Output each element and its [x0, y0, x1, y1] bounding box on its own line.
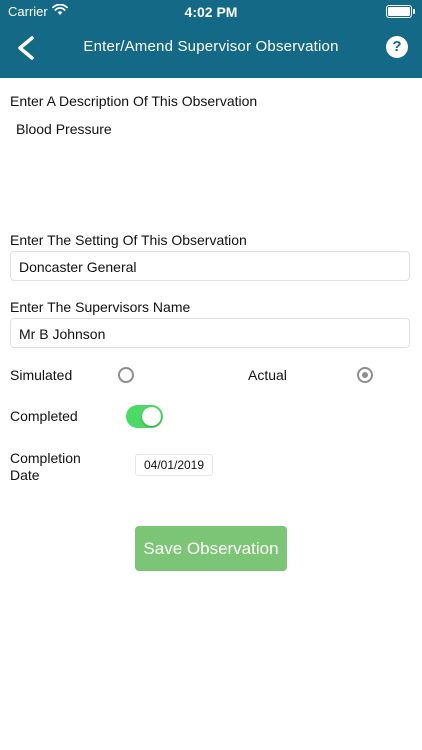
simulated-label: Simulated — [10, 367, 73, 383]
completion-date-label-line2: Date — [10, 467, 40, 483]
status-time: 4:02 PM — [184, 4, 238, 20]
supervisor-field[interactable]: Mr B Johnson — [10, 318, 410, 348]
completion-date-label-line1: Completion — [10, 450, 81, 466]
toggle-knob — [142, 407, 161, 426]
completed-label: Completed — [10, 408, 78, 424]
page-title: Enter/Amend Supervisor Observation — [83, 38, 339, 55]
save-observation-button[interactable]: Save Observation — [135, 526, 287, 571]
completed-toggle[interactable] — [126, 405, 163, 428]
description-field[interactable]: Blood Pressure — [16, 121, 112, 137]
description-label: Enter A Description Of This Observation — [10, 93, 258, 109]
simulated-radio[interactable] — [118, 367, 134, 383]
actual-label: Actual — [248, 367, 287, 383]
completion-date-field[interactable]: 04/01/2019 — [135, 454, 213, 476]
help-icon[interactable]: ? — [386, 36, 408, 58]
battery-icon — [386, 5, 415, 18]
actual-radio[interactable] — [357, 367, 373, 383]
setting-field[interactable]: Doncaster General — [10, 251, 410, 281]
setting-label: Enter The Setting Of This Observation — [10, 232, 247, 248]
supervisor-label: Enter The Supervisors Name — [10, 299, 191, 315]
nav-header: Carrier 4:02 PM Enter/Amend Supervisor O… — [0, 0, 422, 78]
